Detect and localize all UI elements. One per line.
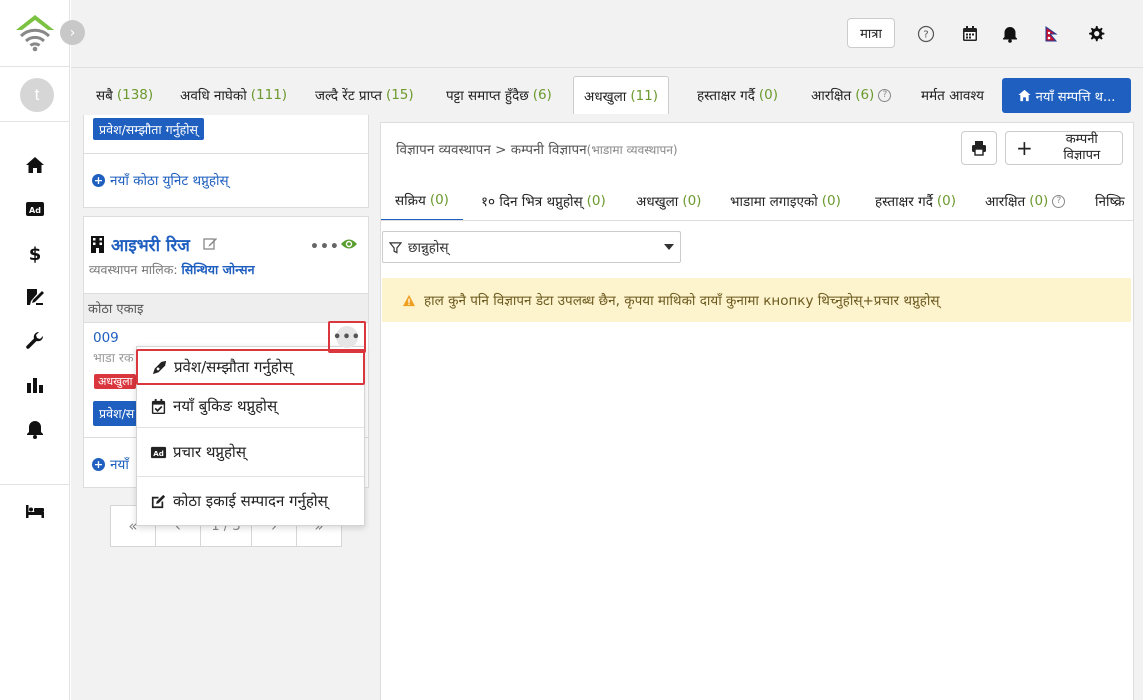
calendar-icon[interactable] [960, 24, 980, 44]
divider [84, 153, 368, 154]
plus-icon: + [1016, 136, 1033, 160]
ad-icon[interactable]: Ad [24, 198, 46, 220]
more-options-icon[interactable]: ••• [310, 239, 340, 255]
empty-notice: हाल कुनै पनि विज्ञापन डेटा उपलब्ध छैन, क… [382, 278, 1131, 322]
tab-reserved[interactable]: आरक्षित (0)? [971, 181, 1079, 220]
bell-icon[interactable] [1000, 24, 1020, 44]
status-tabs: सबै (138) अवधि नाघेको (111) जल्दै रेंट प्र… [71, 76, 1143, 114]
sidebar-toggle-button[interactable]: › [60, 20, 85, 45]
tab-vacant[interactable]: अधखुला (11) [573, 76, 670, 114]
agreement-button[interactable]: प्रवेश/सम्झौता गर्नुहोस् [93, 118, 204, 140]
home-icon[interactable] [24, 154, 46, 176]
svg-text:Ad: Ad [153, 448, 164, 457]
calendar-check-icon [151, 398, 166, 414]
ad-status-tabs: सक्रिय (0) १० दिन भित्र थप्नुहोस् (0) अधखु… [381, 181, 1133, 221]
home-icon [1018, 89, 1031, 102]
agreement-button[interactable]: प्रवेश/स [93, 401, 137, 426]
unit-more-options-button[interactable]: ••• [328, 321, 366, 353]
property-card-previous: प्रवेश/सम्झौता गर्नुहोस् + नयाँ कोठा युन… [83, 115, 369, 208]
warning-icon [402, 294, 416, 306]
avatar[interactable]: t [20, 78, 54, 112]
unit-number[interactable]: 009 [93, 330, 119, 346]
help-circle-icon[interactable]: ? [878, 88, 892, 102]
tab-reserved[interactable]: आरक्षित (6)? [801, 76, 901, 114]
tab-vacant[interactable]: अधखुला (0) [622, 181, 715, 220]
wifi-home-logo-icon[interactable] [14, 14, 56, 52]
more-options-icon: ••• [333, 326, 360, 348]
status-badge: अधखुला [94, 374, 137, 389]
ad-icon: Ad [150, 446, 167, 458]
top-header: मात्रा ? [71, 0, 1143, 68]
svg-text:$: $ [29, 244, 42, 263]
edit-icon [151, 494, 166, 508]
tab-lease-expiring[interactable]: पट्टा समाप्त हुँदैछ (6) [436, 76, 562, 114]
rail-divider [0, 121, 70, 122]
tab-inactive[interactable]: निष्क्रि [1081, 181, 1133, 220]
menu-item-agreement[interactable]: प्रवेश/सम्झौता गर्नुहोस् [136, 349, 365, 385]
gear-icon[interactable] [1086, 24, 1106, 44]
unit-actions-menu: प्रवेश/सम्झौता गर्नुहोस् नयाँ बुकिङ थप्न… [136, 346, 365, 526]
tab-active[interactable]: सक्रिय (0) [381, 181, 463, 220]
menu-item-add-ad[interactable]: Ad प्रचार थप्नुहोस् [137, 433, 364, 471]
breadcrumb: विज्ञापन व्यवस्थापन > कम्पनी विज्ञापन(भा… [396, 142, 678, 158]
svg-text:?: ? [923, 30, 928, 41]
chevron-down-icon [664, 244, 674, 250]
filter-icon [389, 241, 402, 254]
unit-button[interactable]: मात्रा [847, 18, 895, 48]
building-icon [90, 236, 105, 253]
add-company-ad-button[interactable]: + कम्पनी विज्ञापन [1005, 131, 1123, 165]
wrench-icon[interactable] [24, 330, 46, 352]
add-property-button[interactable]: नयाँ सम्पत्ति थ... [1002, 78, 1131, 113]
eye-icon[interactable] [340, 237, 358, 251]
tab-add-within-10-days[interactable]: १० दिन भित्र थप्नुहोस् (0) [467, 181, 620, 220]
unit-rent-label: भाडा रक [93, 350, 134, 365]
rail-divider [0, 66, 70, 67]
sidebar-rail: t Ad $ [0, 0, 70, 700]
owner-name[interactable]: सिन्थिया जोन्सन [182, 262, 255, 277]
plus-circle-icon: + [92, 173, 105, 187]
nepal-flag-icon[interactable] [1040, 24, 1060, 44]
menu-divider [137, 476, 364, 477]
menu-item-new-booking[interactable]: नयाँ बुकिङ थप्नुहोस् [137, 387, 364, 425]
dollar-icon[interactable]: $ [24, 242, 46, 264]
edit-icon[interactable] [203, 236, 218, 251]
room-unit-header: कोठा एकाइ [84, 293, 368, 323]
filter-select[interactable]: छान्नुहोस् [382, 231, 681, 263]
plus-circle-icon: + [92, 457, 105, 471]
tab-rent-due-soon[interactable]: जल्दै रेंट प्राप्त (15) [305, 76, 424, 114]
bar-chart-icon[interactable] [24, 374, 46, 396]
rail-divider [0, 484, 70, 485]
help-circle-icon[interactable]: ? [1052, 194, 1066, 208]
tab-maintenance[interactable]: मर्मत आवश्य [911, 76, 999, 114]
tab-signing[interactable]: हस्ताक्षर गर्दै (0) [687, 76, 788, 114]
bell-icon[interactable] [24, 418, 46, 440]
help-circle-icon[interactable]: ? [916, 24, 936, 44]
menu-item-edit-unit[interactable]: कोठा इकाई सम्पादन गर्नुहोस् [137, 482, 364, 520]
owner-label: व्यवस्थापन मालिक: सिन्थिया जोन्सन [89, 262, 255, 277]
property-name[interactable]: आइभरी रिज [111, 233, 190, 256]
add-room-unit-link[interactable]: + नयाँ कोठा युनिट थप्नुहोस् [92, 171, 229, 189]
printer-icon [972, 141, 986, 156]
tab-rented[interactable]: भाडामा लगाइएको (0) [716, 181, 855, 220]
svg-text:Ad: Ad [29, 206, 41, 215]
tab-signing[interactable]: हस्ताक्षर गर्दै (0) [861, 181, 970, 220]
tab-overdue[interactable]: अवधि नाघेको (111) [170, 76, 297, 114]
tab-all[interactable]: सबै (138) [86, 76, 163, 114]
signature-icon[interactable] [24, 286, 46, 308]
pen-nib-icon [152, 360, 167, 374]
menu-divider [137, 427, 364, 428]
print-button[interactable] [961, 131, 997, 165]
add-room-unit-link[interactable]: + नयाँ [92, 455, 129, 473]
bed-icon[interactable] [24, 500, 46, 522]
ad-management-panel: विज्ञापन व्यवस्थापन > कम्पनी विज्ञापन(भा… [380, 122, 1134, 700]
